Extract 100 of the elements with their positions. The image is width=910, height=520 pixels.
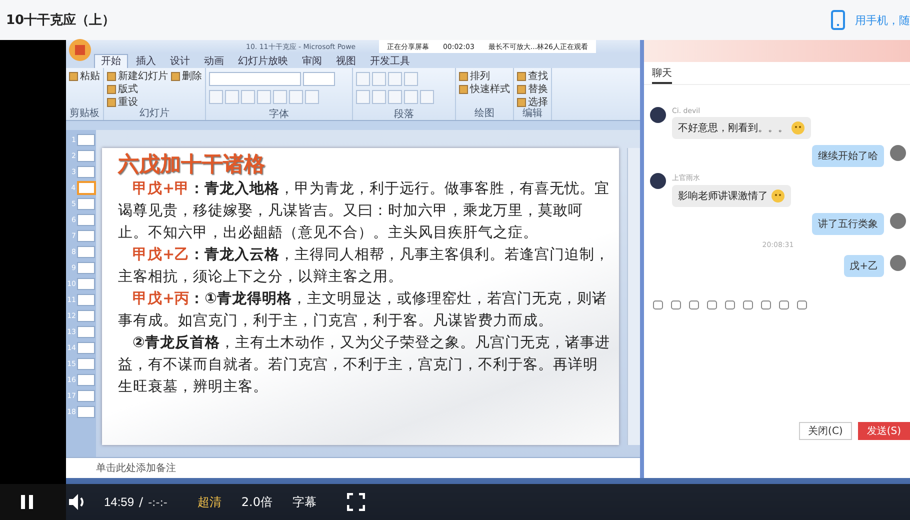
group-label: 幻灯片 xyxy=(138,108,170,119)
message-bubble: 影响老师讲课激情了 xyxy=(672,185,791,207)
scrollbar[interactable] xyxy=(627,148,640,445)
ribbon-button[interactable]: 粘贴 xyxy=(69,70,100,82)
slide-thumbnail[interactable] xyxy=(77,390,95,402)
slide-thumbnail[interactable] xyxy=(77,358,95,370)
fullscreen-icon[interactable] xyxy=(346,493,364,511)
slide-title: 六戊加十干诸格 xyxy=(118,151,266,178)
slide-thumbnail[interactable] xyxy=(77,374,95,386)
message-bubble: 戊+乙 xyxy=(844,255,884,277)
avatar xyxy=(890,255,906,271)
ribbon-button[interactable]: 选择 xyxy=(517,96,548,108)
ribbon-button[interactable]: 查找 xyxy=(517,70,548,82)
slide-thumbnail[interactable] xyxy=(77,406,95,418)
format-tool-icon[interactable] xyxy=(257,90,271,104)
align-tool-icon[interactable] xyxy=(420,90,434,104)
chat-tool-icon[interactable] xyxy=(724,299,736,311)
format-tool-icon[interactable] xyxy=(209,90,223,104)
ribbon-button[interactable]: 排列 xyxy=(459,70,510,82)
ribbon-button[interactable]: 版式 xyxy=(107,83,168,95)
chat-tool-icon[interactable] xyxy=(706,299,718,311)
chat-tool-icon[interactable] xyxy=(796,299,808,311)
chat-tool-icon[interactable] xyxy=(688,299,700,311)
chat-button[interactable]: 发送(S) xyxy=(858,422,910,440)
message-bubble: 继续开始了哈 xyxy=(812,145,884,167)
ribbon-button[interactable]: 重设 xyxy=(107,96,168,108)
slide-paragraph: ②青龙反首格，主有土木动作，又为父子荣登之象。凡宫门无克，诸事进益，有不谋而自就者。若门克宫，不利于主，宫克门，不利于客。再详明生旺衰墓，辨明主客。 xyxy=(118,334,611,397)
slide-thumbnail[interactable] xyxy=(77,246,95,258)
slide-thumbnail[interactable] xyxy=(77,326,95,338)
avatar xyxy=(890,145,906,161)
ribbon-tab[interactable]: 插入 xyxy=(130,55,162,68)
time-separator: / xyxy=(139,495,144,509)
slide-paragraph: 甲戊+甲：青龙入地格，甲为青龙，利于远行。做事客胜，有喜无忧。宜谒尊见贵，移徒嫁娶，凡谋皆吉。又曰：时加六甲，乘龙万里，莫敢呵止。不知六甲，出必龃龉（意见不合）。主头风目疾肝气之症。 xyxy=(118,180,611,243)
slide-thumbnail[interactable] xyxy=(77,342,95,354)
group-label: 编辑 xyxy=(522,108,544,119)
avatar xyxy=(650,107,666,123)
message-bubble: 讲了五行类象 xyxy=(812,213,884,235)
slide-thumbnail[interactable] xyxy=(77,278,95,290)
duration: -:-:- xyxy=(148,496,168,508)
current-time: 14:59 xyxy=(104,495,134,509)
chat-tool-icon[interactable] xyxy=(778,299,790,311)
slide-thumbnail[interactable] xyxy=(77,198,95,210)
format-tool-icon[interactable] xyxy=(273,90,287,104)
chat-tab[interactable]: 聊天 xyxy=(652,66,672,84)
pause-icon[interactable] xyxy=(20,494,34,510)
format-tool-icon[interactable] xyxy=(225,90,239,104)
ribbon-button[interactable]: 删除 xyxy=(171,70,202,82)
avatar xyxy=(650,173,666,189)
group-label: 剪贴板 xyxy=(69,108,100,119)
ribbon-tab[interactable]: 开始 xyxy=(94,54,128,68)
slide-paragraph: 甲戊+丙：①青龙得明格，主文明显达，或修理窑灶，若宫门无克，则诸事有成。如宫克门，利于主，门克宫，利于客。凡谋皆费力而成。 xyxy=(118,290,608,331)
avatar xyxy=(890,213,906,229)
slide-paragraph: 甲戊+乙：青龙入云格，主得同人相帮，凡事主客俱利。若逢宫门迫制，主客相抗，须论上下之分，以辩主客之用。 xyxy=(118,246,611,287)
list-tool-icon[interactable] xyxy=(404,72,418,86)
subtitles-button[interactable]: 字幕 xyxy=(282,494,326,510)
slide-thumbnail[interactable] xyxy=(77,310,95,322)
ribbon-button[interactable]: 新建幻灯片 xyxy=(107,70,168,82)
align-tool-icon[interactable] xyxy=(388,90,402,104)
speed-button[interactable]: 2.0倍 xyxy=(231,494,282,510)
format-tool-icon[interactable] xyxy=(241,90,255,104)
video-title: 10十干克应（上） xyxy=(6,12,116,29)
chat-tool-icon[interactable] xyxy=(742,299,754,311)
align-tool-icon[interactable] xyxy=(356,90,370,104)
message-bubble: 不好意思，刚看到。。。 xyxy=(672,117,811,139)
quality-button[interactable]: 超清 xyxy=(187,494,232,510)
chat-tool-icon[interactable] xyxy=(670,299,682,311)
group-label: 字体 xyxy=(268,109,290,120)
office-logo-icon[interactable] xyxy=(68,38,92,62)
slide-thumbnail[interactable] xyxy=(77,294,95,306)
slide-thumbnail[interactable] xyxy=(77,214,95,226)
ribbon-tab[interactable]: 动画 xyxy=(198,55,230,68)
list-tool-icon[interactable] xyxy=(388,72,402,86)
ribbon-tab[interactable]: 审阅 xyxy=(296,55,328,68)
font-name-field[interactable] xyxy=(209,72,301,86)
slide-thumbnail[interactable] xyxy=(77,230,95,242)
format-tool-icon[interactable] xyxy=(305,90,319,104)
slide-thumbnail[interactable] xyxy=(77,262,95,274)
phone-icon[interactable] xyxy=(831,10,845,30)
list-tool-icon[interactable] xyxy=(372,72,386,86)
ribbon-tab[interactable]: 视图 xyxy=(330,55,362,68)
chat-button[interactable]: 关闭(C) xyxy=(799,422,852,440)
align-tool-icon[interactable] xyxy=(404,90,418,104)
ribbon-button[interactable]: 替换 xyxy=(517,83,548,95)
font-size-field[interactable] xyxy=(303,72,335,86)
ribbon-tab[interactable]: 幻灯片放映 xyxy=(232,55,294,68)
format-tool-icon[interactable] xyxy=(289,90,303,104)
slide-thumbnail[interactable] xyxy=(76,181,96,195)
chat-tool-icon[interactable] xyxy=(760,299,772,311)
ribbon-tab[interactable]: 设计 xyxy=(164,55,196,68)
ribbon-button[interactable]: 快速样式 xyxy=(459,83,510,95)
slide-thumbnail[interactable] xyxy=(77,150,95,162)
slide-thumbnail[interactable] xyxy=(77,166,95,178)
group-label: 绘图 xyxy=(474,108,496,119)
notes-placeholder[interactable]: 单击此处添加备注 xyxy=(96,461,176,475)
list-tool-icon[interactable] xyxy=(356,72,370,86)
chat-tool-icon[interactable] xyxy=(652,299,664,311)
align-tool-icon[interactable] xyxy=(372,90,386,104)
group-label: 段落 xyxy=(393,109,415,120)
slide-thumbnail[interactable] xyxy=(77,134,95,146)
ribbon-tab[interactable]: 开发工具 xyxy=(364,55,416,68)
